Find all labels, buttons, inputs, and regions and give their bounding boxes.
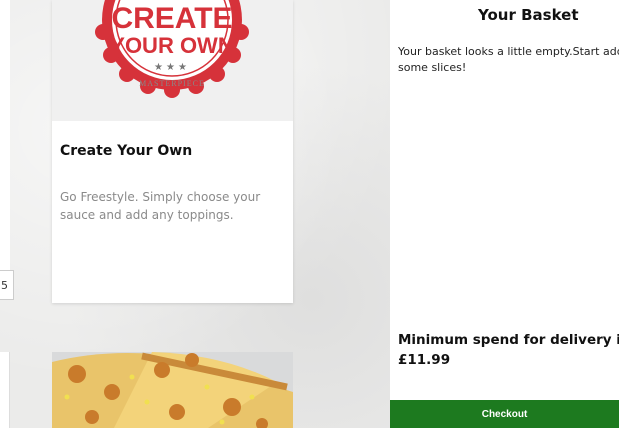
- quantity-field[interactable]: 5: [0, 270, 14, 300]
- product-card-partial-left-lower[interactable]: [0, 352, 10, 428]
- basket-title: Your Basket: [478, 6, 579, 24]
- product-card-create-your-own[interactable]: CREATE YOUR OWN ★ ★ ★ MASTERPIECE Create…: [52, 0, 293, 303]
- product-description: Go Freestyle. Simply choose your sauce a…: [60, 190, 261, 222]
- minimum-spend-text: Minimum spend for delivery is £11.99: [398, 332, 619, 368]
- badge-line2: YOUR OWN: [110, 33, 233, 58]
- create-your-own-badge: CREATE YOUR OWN ★ ★ ★ MASTERPIECE: [95, 0, 249, 98]
- create-your-own-image: CREATE YOUR OWN ★ ★ ★ MASTERPIECE: [52, 0, 293, 121]
- product-card-pizza[interactable]: [52, 352, 293, 428]
- star-icons: ★ ★ ★: [154, 62, 187, 73]
- product-title: Create Your Own: [60, 143, 193, 159]
- basket-empty-message: Your basket looks a little empty.Start a…: [398, 45, 619, 74]
- svg-text:★: ★: [178, 62, 187, 73]
- pizza-image: [52, 352, 293, 428]
- badge-arc-text: MASTERPIECE: [139, 79, 205, 88]
- checkout-button[interactable]: Checkout: [390, 400, 619, 428]
- svg-text:★: ★: [154, 62, 163, 73]
- svg-text:★: ★: [166, 62, 175, 73]
- badge-line1: CREATE: [111, 2, 232, 35]
- basket-panel: Your Basket Your basket looks a little e…: [390, 0, 619, 428]
- product-card-partial-left[interactable]: [0, 0, 10, 270]
- quantity-value: 5: [1, 278, 8, 292]
